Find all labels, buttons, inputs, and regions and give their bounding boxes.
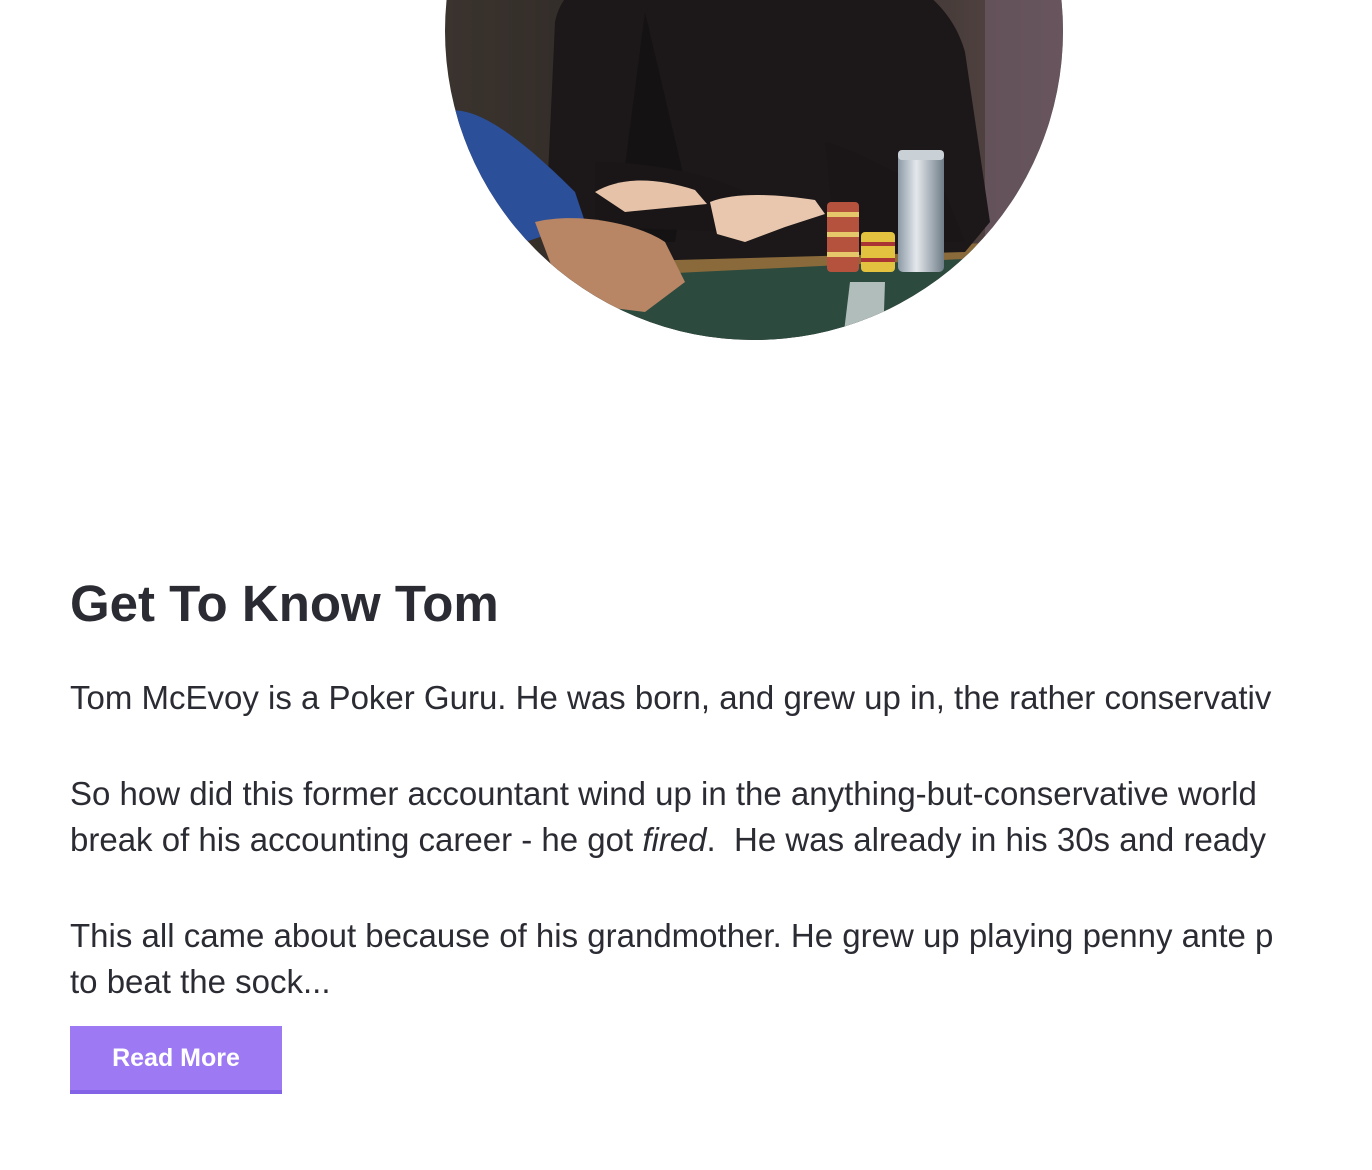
intro-paragraph: Tom McEvoy is a Poker Guru. He was born,… [70, 675, 1271, 721]
read-more-button[interactable]: Read More [70, 1026, 282, 1094]
profile-photo [445, 0, 1063, 340]
grandmother-paragraph: This all came about because of his grand… [70, 913, 1273, 1005]
emphasis-text: fired [642, 821, 707, 858]
paragraph-line: So how did this former accountant wind u… [70, 775, 1257, 812]
paragraph-line: to beat the sock... [70, 963, 331, 1000]
poker-player-photo [445, 0, 1063, 340]
paragraph-line: break of his accounting career - he got … [70, 817, 1266, 863]
career-paragraph: So how did this former accountant wind u… [70, 771, 1266, 863]
section-title: Get To Know Tom [70, 575, 499, 632]
paragraph-line: Tom McEvoy is a Poker Guru. He was born,… [70, 679, 1272, 716]
paragraph-line: This all came about because of his grand… [70, 917, 1274, 954]
text-segment: . He was already in his 30s and ready [706, 821, 1267, 858]
text-segment: break of his accounting career - he got [70, 821, 643, 858]
